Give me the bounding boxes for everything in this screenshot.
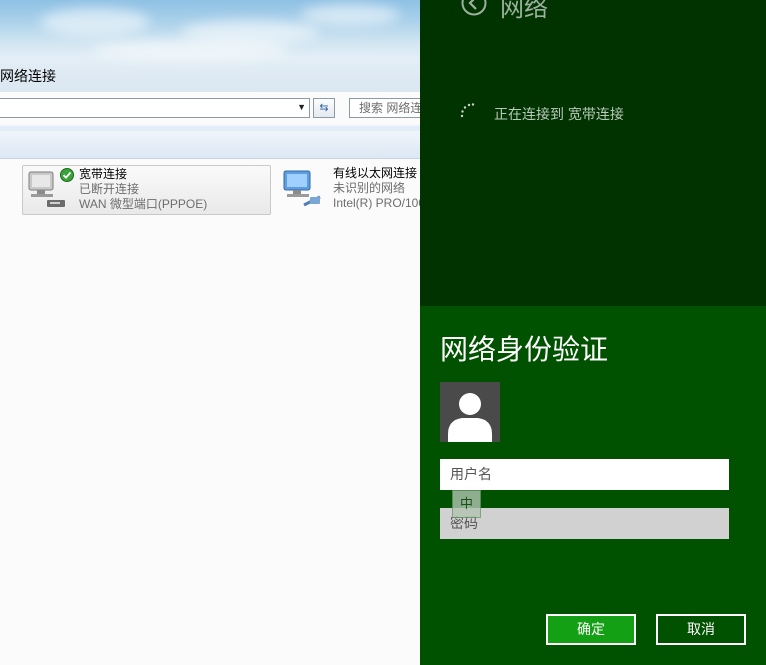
connected-check-icon	[60, 168, 74, 182]
charm-heading: 网络	[500, 0, 548, 22]
avatar	[440, 382, 500, 442]
ime-indicator[interactable]: 中	[452, 490, 481, 518]
cancel-button[interactable]: 取消	[656, 614, 746, 645]
connection-name: 有线以太网连接	[333, 166, 418, 180]
auth-title: 网络身份验证	[440, 334, 609, 365]
window-titlebar: 网络连接	[0, 0, 420, 92]
connection-name: 宽带连接	[79, 167, 128, 181]
password-field[interactable]: 密码	[440, 508, 729, 539]
address-bar[interactable]: ▼	[0, 98, 310, 118]
connecting-status: 正在连接到 宽带连接	[494, 106, 624, 122]
ok-button[interactable]: 确定	[546, 614, 636, 645]
connection-status: 未识别的网络	[333, 181, 406, 195]
connection-status: 已断开连接	[79, 182, 140, 196]
connection-item-broadband[interactable]: 宽带连接 已断开连接 WAN 微型端口(PPPOE)	[22, 165, 271, 215]
connection-device: WAN 微型端口(PPPOE)	[79, 197, 208, 211]
window-title: 网络连接	[0, 68, 56, 84]
network-charm-panel: 网络 正在连接到 宽带连接 网络身份验证 用户名 密码 中 确定 取消	[420, 0, 766, 665]
refresh-button[interactable]: ⇆	[313, 98, 335, 118]
search-input[interactable]: 搜索 网络连接	[349, 98, 420, 118]
network-computer-icon	[283, 170, 321, 207]
charm-top-section: 网络 正在连接到 宽带连接	[420, 0, 766, 306]
username-field[interactable]: 用户名	[440, 459, 729, 490]
connection-device: Intel(R) PRO/1000 MT Network Connection	[333, 196, 420, 210]
dropdown-arrow-icon[interactable]: ▼	[297, 102, 306, 112]
user-avatar-icon	[448, 393, 492, 442]
connection-item-ethernet[interactable]: 有线以太网连接 未识别的网络 Intel(R) PRO/1000 MT Netw…	[278, 165, 420, 215]
command-bar	[0, 124, 420, 159]
network-connections-window: 网络连接 ▼ ⇆ 搜索 网络连接 宽带连接 已断开连接 WAN 微型端口(PPP…	[0, 0, 420, 665]
refresh-icon: ⇆	[319, 102, 329, 114]
back-arrow-icon[interactable]	[461, 0, 487, 16]
loading-spinner-icon	[460, 103, 475, 118]
